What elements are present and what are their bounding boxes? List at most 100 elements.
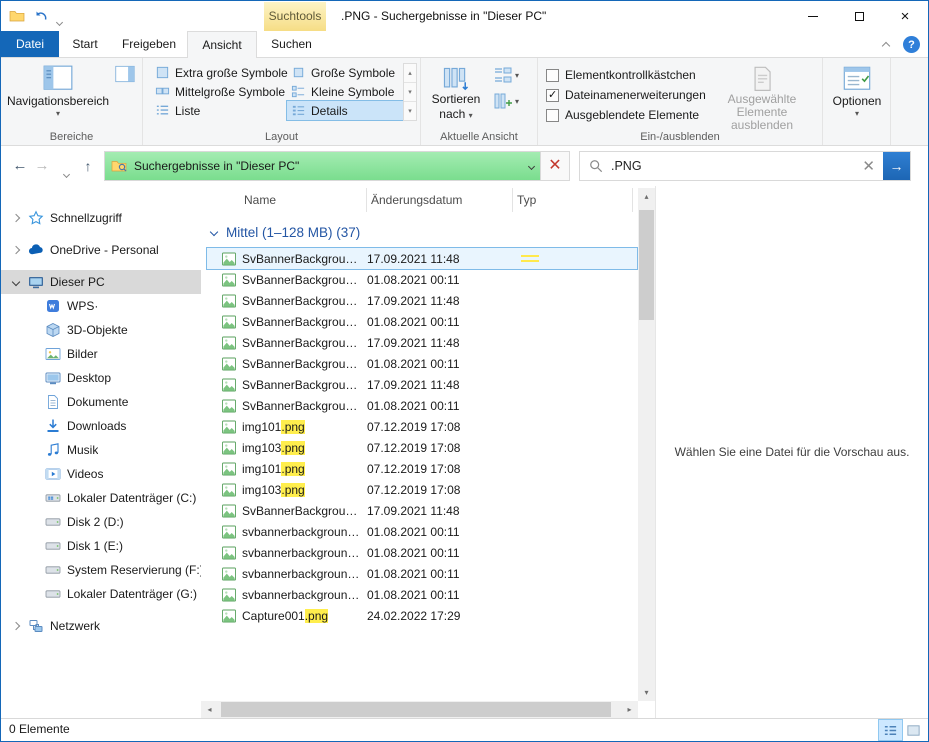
preview-pane-button[interactable] xyxy=(115,65,135,83)
file-row[interactable]: SvBannerBackgrou… 17.09.2021 11:48 xyxy=(207,290,637,311)
options-button[interactable]: Optionen ▾ xyxy=(829,62,885,130)
file-row[interactable]: img103.png 07.12.2019 17:08 xyxy=(207,437,637,458)
sidebar-item-lokaler-datentr-ger-c[interactable]: Lokaler Datenträger (C:) xyxy=(1,486,201,510)
sidebar-item-lokaler-datentr-ger-g[interactable]: Lokaler Datenträger (G:) xyxy=(1,582,201,606)
file-row[interactable]: Capture001.png 24.02.2022 17:29 xyxy=(207,605,637,626)
hide-selected-button[interactable]: Ausgewählte Elemente ausblenden xyxy=(704,62,820,132)
explorer-app-icon[interactable] xyxy=(9,8,25,24)
file-row[interactable]: svbannerbackgroun… 01.08.2021 00:11 xyxy=(207,563,637,584)
tab-share[interactable]: Freigeben xyxy=(111,31,187,57)
tab-file[interactable]: Datei xyxy=(1,31,59,57)
layout-option-details[interactable]: Details xyxy=(286,100,404,121)
checkbox-ausgeblendete-elemente[interactable]: Ausgeblendete Elemente xyxy=(546,105,706,125)
column-header-name[interactable]: Name xyxy=(207,188,367,212)
help-button[interactable]: ? xyxy=(903,36,920,53)
sidebar-item-dokumente[interactable]: Dokumente xyxy=(1,390,201,414)
column-header-date[interactable]: Änderungsdatum xyxy=(367,188,513,212)
checkbox-unchecked-icon[interactable] xyxy=(546,108,559,122)
layout-option-liste[interactable]: Liste xyxy=(151,101,287,120)
file-row[interactable]: SvBannerBackgrou… 01.08.2021 00:11 xyxy=(207,269,637,290)
file-row[interactable]: img103.png 07.12.2019 17:08 xyxy=(207,479,637,500)
add-columns-button[interactable]: ▾ xyxy=(493,92,519,110)
chevron-down-icon[interactable] xyxy=(11,277,21,287)
horizontal-scrollbar[interactable]: ◂ ▸ xyxy=(201,701,638,718)
sidebar-item-downloads[interactable]: Downloads xyxy=(1,414,201,438)
undo-button[interactable] xyxy=(33,8,49,24)
vertical-scrollbar-thumb[interactable] xyxy=(639,210,654,320)
sidebar-item-onedrive-personal[interactable]: OneDrive - Personal xyxy=(1,238,201,262)
checkbox-elementkontrollk-stchen[interactable]: Elementkontrollkästchen xyxy=(546,65,706,85)
navigation-pane-button[interactable]: Navigationsbereich ▾ xyxy=(5,62,111,130)
layout-more-button[interactable]: ▾ xyxy=(404,101,416,120)
contextual-tab-header[interactable]: Suchtools xyxy=(264,2,326,31)
file-row[interactable]: svbannerbackgroun… 01.08.2021 00:11 xyxy=(207,542,637,563)
clear-search-button[interactable]: ✕ xyxy=(854,159,883,174)
chevron-right-icon[interactable] xyxy=(11,213,21,223)
file-row[interactable]: SvBannerBackgrou… 01.08.2021 00:11 xyxy=(207,353,637,374)
layout-option-kleine-symbole[interactable]: Kleine Symbole xyxy=(287,82,403,101)
file-row[interactable]: SvBannerBackgrou… 01.08.2021 00:11 xyxy=(207,311,637,332)
file-row[interactable]: SvBannerBackgrou… 17.09.2021 11:48 xyxy=(207,374,637,395)
sidebar-item-musik[interactable]: Musik xyxy=(1,438,201,462)
checkbox-checked-icon[interactable]: ✓ xyxy=(546,88,559,102)
layout-scroll-up-button[interactable]: ▴ xyxy=(404,64,416,82)
search-progress-bar[interactable]: Suchergebnisse in "Dieser PC" xyxy=(105,152,540,180)
scroll-down-button[interactable]: ▾ xyxy=(638,684,655,701)
sidebar-item-schnellzugriff[interactable]: Schnellzugriff xyxy=(1,206,201,230)
details-view-button[interactable] xyxy=(878,719,903,741)
file-row[interactable]: SvBannerBackgrou… 17.09.2021 11:48 xyxy=(207,332,637,353)
back-button[interactable]: ← xyxy=(9,155,31,177)
up-button[interactable]: ↑ xyxy=(77,155,99,177)
recent-locations-button[interactable] xyxy=(55,162,77,184)
quick-access-toolbar-dropdown[interactable] xyxy=(55,14,64,28)
tab-start[interactable]: Start xyxy=(59,31,111,57)
group-by-button[interactable]: ▾ xyxy=(493,66,519,84)
file-row[interactable]: SvBannerBackgrou… 17.09.2021 11:48 xyxy=(207,500,637,521)
scroll-left-button[interactable]: ◂ xyxy=(201,701,218,718)
file-row[interactable]: svbannerbackgroun… 01.08.2021 00:11 xyxy=(207,521,637,542)
sidebar-item-desktop[interactable]: Desktop xyxy=(1,366,201,390)
file-row[interactable]: SvBannerBackgrou… 01.08.2021 00:11 xyxy=(207,395,637,416)
vertical-scrollbar[interactable]: ▴ ▾ xyxy=(638,188,655,701)
horizontal-scrollbar-thumb[interactable] xyxy=(221,702,611,717)
sidebar-item-wps[interactable]: WPS· xyxy=(1,294,201,318)
checkbox-dateinamenerweiterungen[interactable]: ✓ Dateinamenerweiterungen xyxy=(546,85,706,105)
scroll-right-button[interactable]: ▸ xyxy=(621,701,638,718)
address-bar[interactable]: Suchergebnisse in "Dieser PC" ✕ xyxy=(104,151,570,181)
tab-search[interactable]: Suchen xyxy=(257,31,326,57)
layout-scroll-down-button[interactable]: ▾ xyxy=(404,82,416,101)
layout-option-extra-gro-e-symbole[interactable]: Extra große Symbole xyxy=(151,63,288,82)
sort-by-button[interactable]: Sortieren nach ▾ xyxy=(425,62,487,130)
column-header-type[interactable]: Typ xyxy=(513,188,633,212)
sidebar-item-dieser-pc[interactable]: Dieser PC xyxy=(1,270,201,294)
forward-button[interactable]: → xyxy=(31,155,53,177)
sidebar-item-netzwerk[interactable]: Netzwerk xyxy=(1,614,201,638)
close-button[interactable]: × xyxy=(882,1,928,31)
scroll-up-button[interactable]: ▴ xyxy=(638,188,655,205)
search-go-button[interactable]: → xyxy=(883,152,910,180)
file-row[interactable]: SvBannerBackgrou… 17.09.2021 11:48 xyxy=(206,247,638,270)
stop-search-button[interactable]: ✕ xyxy=(540,152,569,180)
minimize-button[interactable] xyxy=(790,1,836,31)
file-row[interactable]: img101.png 07.12.2019 17:08 xyxy=(207,416,637,437)
sidebar-item-bilder[interactable]: Bilder xyxy=(1,342,201,366)
tab-view[interactable]: Ansicht xyxy=(187,31,257,58)
collapse-ribbon-button[interactable] xyxy=(878,39,894,53)
sidebar-item-disk-2-d[interactable]: Disk 2 (D:) xyxy=(1,510,201,534)
sidebar-item-videos[interactable]: Videos xyxy=(1,462,201,486)
layout-option-gro-e-symbole[interactable]: Große Symbole xyxy=(287,63,403,82)
sidebar-item-3d-objekte[interactable]: 3D-Objekte xyxy=(1,318,201,342)
search-input[interactable] xyxy=(611,159,855,173)
sidebar-item-disk-1-e[interactable]: Disk 1 (E:) xyxy=(1,534,201,558)
checkbox-unchecked-icon[interactable] xyxy=(546,68,559,82)
search-box[interactable]: ✕ → xyxy=(579,151,911,181)
maximize-button[interactable] xyxy=(836,1,882,31)
file-row[interactable]: svbannerbackgroun… 01.08.2021 00:11 xyxy=(207,584,637,605)
address-dropdown-icon[interactable] xyxy=(527,162,536,170)
thumbnail-view-button[interactable] xyxy=(902,720,925,740)
chevron-right-icon[interactable] xyxy=(11,621,21,631)
sidebar-item-system-reservierung-f[interactable]: System Reservierung (F:) xyxy=(1,558,201,582)
chevron-right-icon[interactable] xyxy=(11,245,21,255)
layout-option-mittelgro-e-symbole[interactable]: Mittelgroße Symbole xyxy=(151,82,287,101)
address-location[interactable]: Suchergebnisse in "Dieser PC" xyxy=(134,159,525,173)
